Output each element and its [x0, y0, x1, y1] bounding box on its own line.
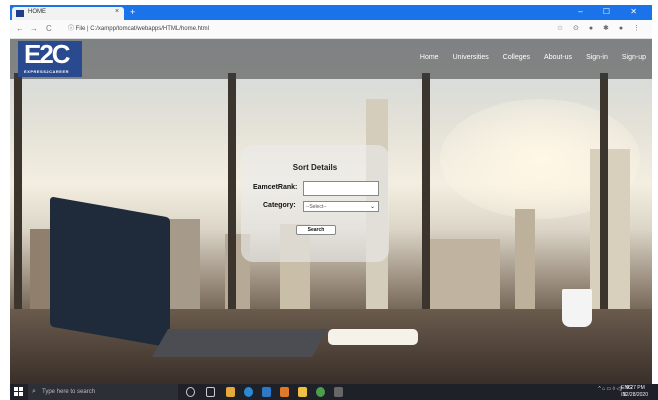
window-frame — [228, 73, 236, 309]
windows-taskbar: ⌕ Type here to search ^ ⌂ ▭ ◊ ◁) ENG IN … — [10, 384, 658, 400]
app-icon[interactable] — [280, 387, 289, 397]
window-frame — [600, 73, 608, 309]
taskbar-search-box[interactable]: ⌕ Type here to search — [28, 384, 178, 400]
browser-tab-bar: HOME × + – ☐ ✕ — [10, 5, 652, 20]
clock-date: 12/28/2020 — [622, 392, 648, 398]
nav-about-us[interactable]: About-us — [544, 54, 572, 61]
nav-sign-in[interactable]: Sign-in — [586, 54, 608, 61]
edge-icon[interactable] — [244, 387, 253, 397]
new-tab-button[interactable]: + — [130, 7, 135, 17]
app-icon[interactable] — [262, 387, 271, 397]
clock-time: 9:27 PM — [626, 385, 645, 391]
site-favicon-icon — [16, 10, 24, 17]
browser-tab[interactable]: HOME × — [12, 7, 124, 20]
category-label: Category: — [263, 202, 296, 209]
window-frame — [422, 73, 430, 309]
tab-title: HOME — [28, 9, 46, 15]
site-nav: Home Universities Colleges About-us Sign… — [420, 54, 646, 61]
category-select[interactable]: --Select-- ⌄ — [303, 201, 379, 212]
nav-home[interactable]: Home — [420, 54, 439, 61]
logo-mark: E2C — [24, 39, 71, 69]
nav-universities[interactable]: Universities — [453, 54, 489, 61]
coffee-mug — [562, 289, 592, 327]
eamcet-rank-input[interactable] — [303, 181, 379, 196]
site-header: E2C EXPRESS2CAREER Home Universities Col… — [10, 39, 652, 79]
windows-start-icon[interactable] — [14, 387, 24, 397]
nav-sign-up[interactable]: Sign-up — [622, 54, 646, 61]
sort-details-form: Sort Details EamcetRank: Category: --Sel… — [241, 145, 389, 262]
window-controls[interactable]: – ☐ ✕ — [578, 7, 646, 16]
extension-icons[interactable]: ☆ ⊙ ● ✱ ● ⋮ — [557, 24, 644, 32]
forward-icon[interactable]: → — [30, 24, 38, 33]
browser-toolbar: ← → C ⓘ File | C:/xampp/tomcat/webapps/H… — [10, 20, 652, 39]
system-tray-icons[interactable]: ^ ⌂ ▭ ◊ ◁) — [598, 386, 622, 392]
screen: HOME × + – ☐ ✕ ← → C ⓘ File | C:/xampp/t… — [0, 0, 658, 400]
search-button[interactable]: Search — [296, 225, 336, 235]
webpage: E2C EXPRESS2CAREER Home Universities Col… — [10, 39, 652, 384]
app-icon[interactable] — [334, 387, 343, 397]
category-selected-value: --Select-- — [306, 204, 327, 210]
chrome-icon[interactable] — [316, 387, 325, 397]
clock[interactable]: 9:27 PM 12/28/2020 — [623, 385, 648, 399]
laptop-keyboard — [151, 329, 329, 357]
back-icon[interactable]: ← — [16, 24, 24, 33]
tab-close-icon[interactable]: × — [115, 8, 119, 15]
site-logo[interactable]: E2C EXPRESS2CAREER — [18, 39, 82, 77]
address-bar[interactable]: ⓘ File | C:/xampp/tomcat/webapps/HTML/ho… — [68, 24, 548, 35]
window-frame — [14, 73, 22, 309]
rank-label: EamcetRank: — [253, 184, 298, 191]
background-building — [515, 209, 535, 314]
task-view-icon[interactable] — [206, 387, 215, 397]
cortana-icon[interactable] — [186, 387, 195, 397]
form-title: Sort Details — [292, 163, 338, 172]
chevron-down-icon: ⌄ — [369, 204, 375, 210]
background-building — [590, 149, 630, 314]
laptop-screen — [50, 196, 170, 348]
background-building — [430, 239, 500, 314]
search-icon: ⌕ — [32, 388, 36, 395]
store-icon[interactable] — [226, 387, 235, 397]
logo-text: EXPRESS2CAREER — [24, 69, 70, 74]
nav-colleges[interactable]: Colleges — [503, 54, 530, 61]
file-explorer-icon[interactable] — [298, 387, 307, 397]
reload-icon[interactable]: C — [46, 24, 52, 33]
taskbar-search-placeholder: Type here to search — [42, 389, 96, 395]
notebook — [328, 329, 418, 345]
